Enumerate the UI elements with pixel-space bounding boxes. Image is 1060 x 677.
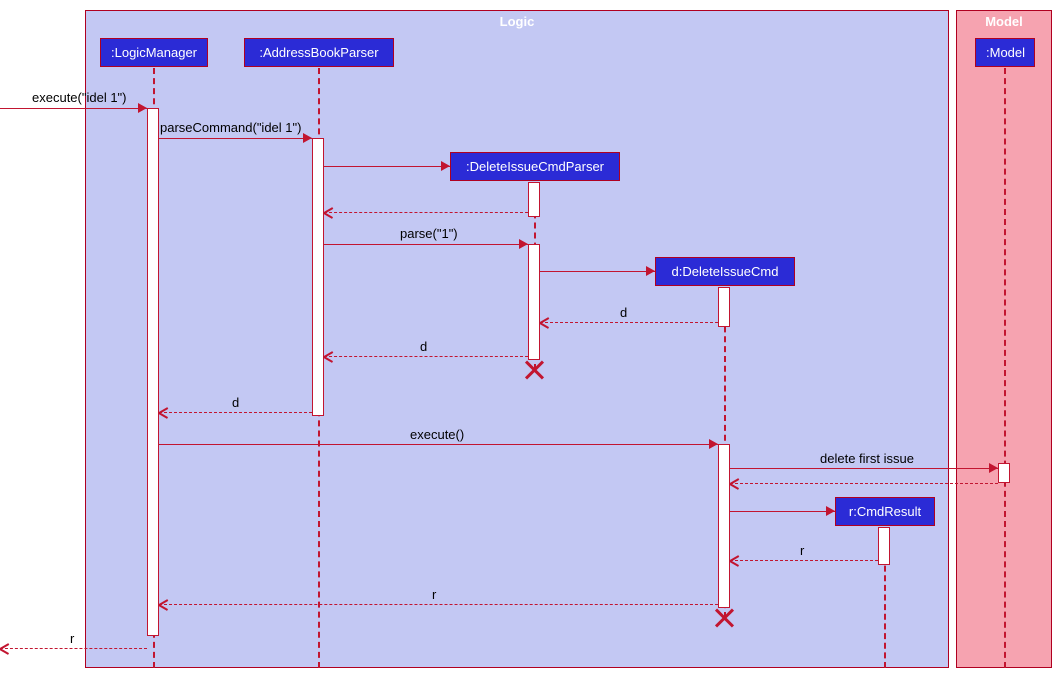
msg-return-d-parser <box>540 322 718 323</box>
arrowhead-create-cmdresult <box>826 506 835 516</box>
frame-logic-title: Logic <box>86 11 948 34</box>
arrowhead-execute <box>709 439 718 449</box>
label-return-r-external: r <box>70 631 74 646</box>
arrowhead-execute-idel1 <box>138 103 147 113</box>
frame-model-title: Model <box>957 11 1051 34</box>
participant-addressbookparser: :AddressBookParser <box>244 38 394 67</box>
label-return-d-lm: d <box>232 395 239 410</box>
arrowhead-create-cmd <box>646 266 655 276</box>
msg-parsecommand <box>159 138 312 139</box>
participant-cmdresult: r:CmdResult <box>835 497 935 526</box>
lifeline-model <box>1004 68 1006 668</box>
msg-return-d-abp <box>324 356 528 357</box>
activation-deleteissuecmdparser-2 <box>528 244 540 360</box>
participant-logicmanager: :LogicManager <box>100 38 208 67</box>
activation-model <box>998 463 1010 483</box>
label-parse1: parse("1") <box>400 226 458 241</box>
frame-logic: Logic <box>85 10 949 668</box>
destroy-parser-icon <box>524 360 544 380</box>
activation-addressbookparser <box>312 138 324 416</box>
msg-create-parser <box>324 166 450 167</box>
activation-cmdresult <box>878 527 890 565</box>
label-return-d-parser: d <box>620 305 627 320</box>
msg-return-parser-create <box>324 212 528 213</box>
participant-deleteissuecmd: d:DeleteIssueCmd <box>655 257 795 286</box>
activation-logicmanager <box>147 108 159 636</box>
label-return-r-cmd: r <box>800 543 804 558</box>
msg-parse1 <box>324 244 528 245</box>
msg-create-cmdresult <box>730 511 835 512</box>
participant-deleteissuecmdparser: :DeleteIssueCmdParser <box>450 152 620 181</box>
label-parsecommand: parseCommand("idel 1") <box>160 120 301 135</box>
activation-deleteissuecmdparser-1 <box>528 182 540 217</box>
destroy-cmd-icon <box>714 608 734 628</box>
label-return-r-lm: r <box>432 587 436 602</box>
msg-return-d-lm <box>159 412 312 413</box>
participant-model: :Model <box>975 38 1035 67</box>
msg-execute-idel1 <box>0 108 147 109</box>
activation-deleteissuecmd-2 <box>718 444 730 608</box>
msg-return-r-cmd <box>730 560 878 561</box>
arrowhead-parsecommand <box>303 133 312 143</box>
sequence-diagram: Logic Model :LogicManager :AddressBookPa… <box>0 0 1060 677</box>
label-delete-first-issue: delete first issue <box>820 451 914 466</box>
label-execute: execute() <box>410 427 464 442</box>
activation-deleteissuecmd-1 <box>718 287 730 327</box>
arrowhead-create-parser <box>441 161 450 171</box>
arrowhead-delete-first-issue <box>989 463 998 473</box>
msg-return-r-external <box>0 648 147 649</box>
msg-return-r-lm <box>159 604 718 605</box>
msg-delete-first-issue <box>730 468 998 469</box>
arrowhead-parse1 <box>519 239 528 249</box>
label-execute-idel1: execute("idel 1") <box>32 90 127 105</box>
msg-execute <box>159 444 718 445</box>
msg-create-cmd <box>540 271 655 272</box>
msg-return-model <box>730 483 998 484</box>
label-return-d-abp: d <box>420 339 427 354</box>
